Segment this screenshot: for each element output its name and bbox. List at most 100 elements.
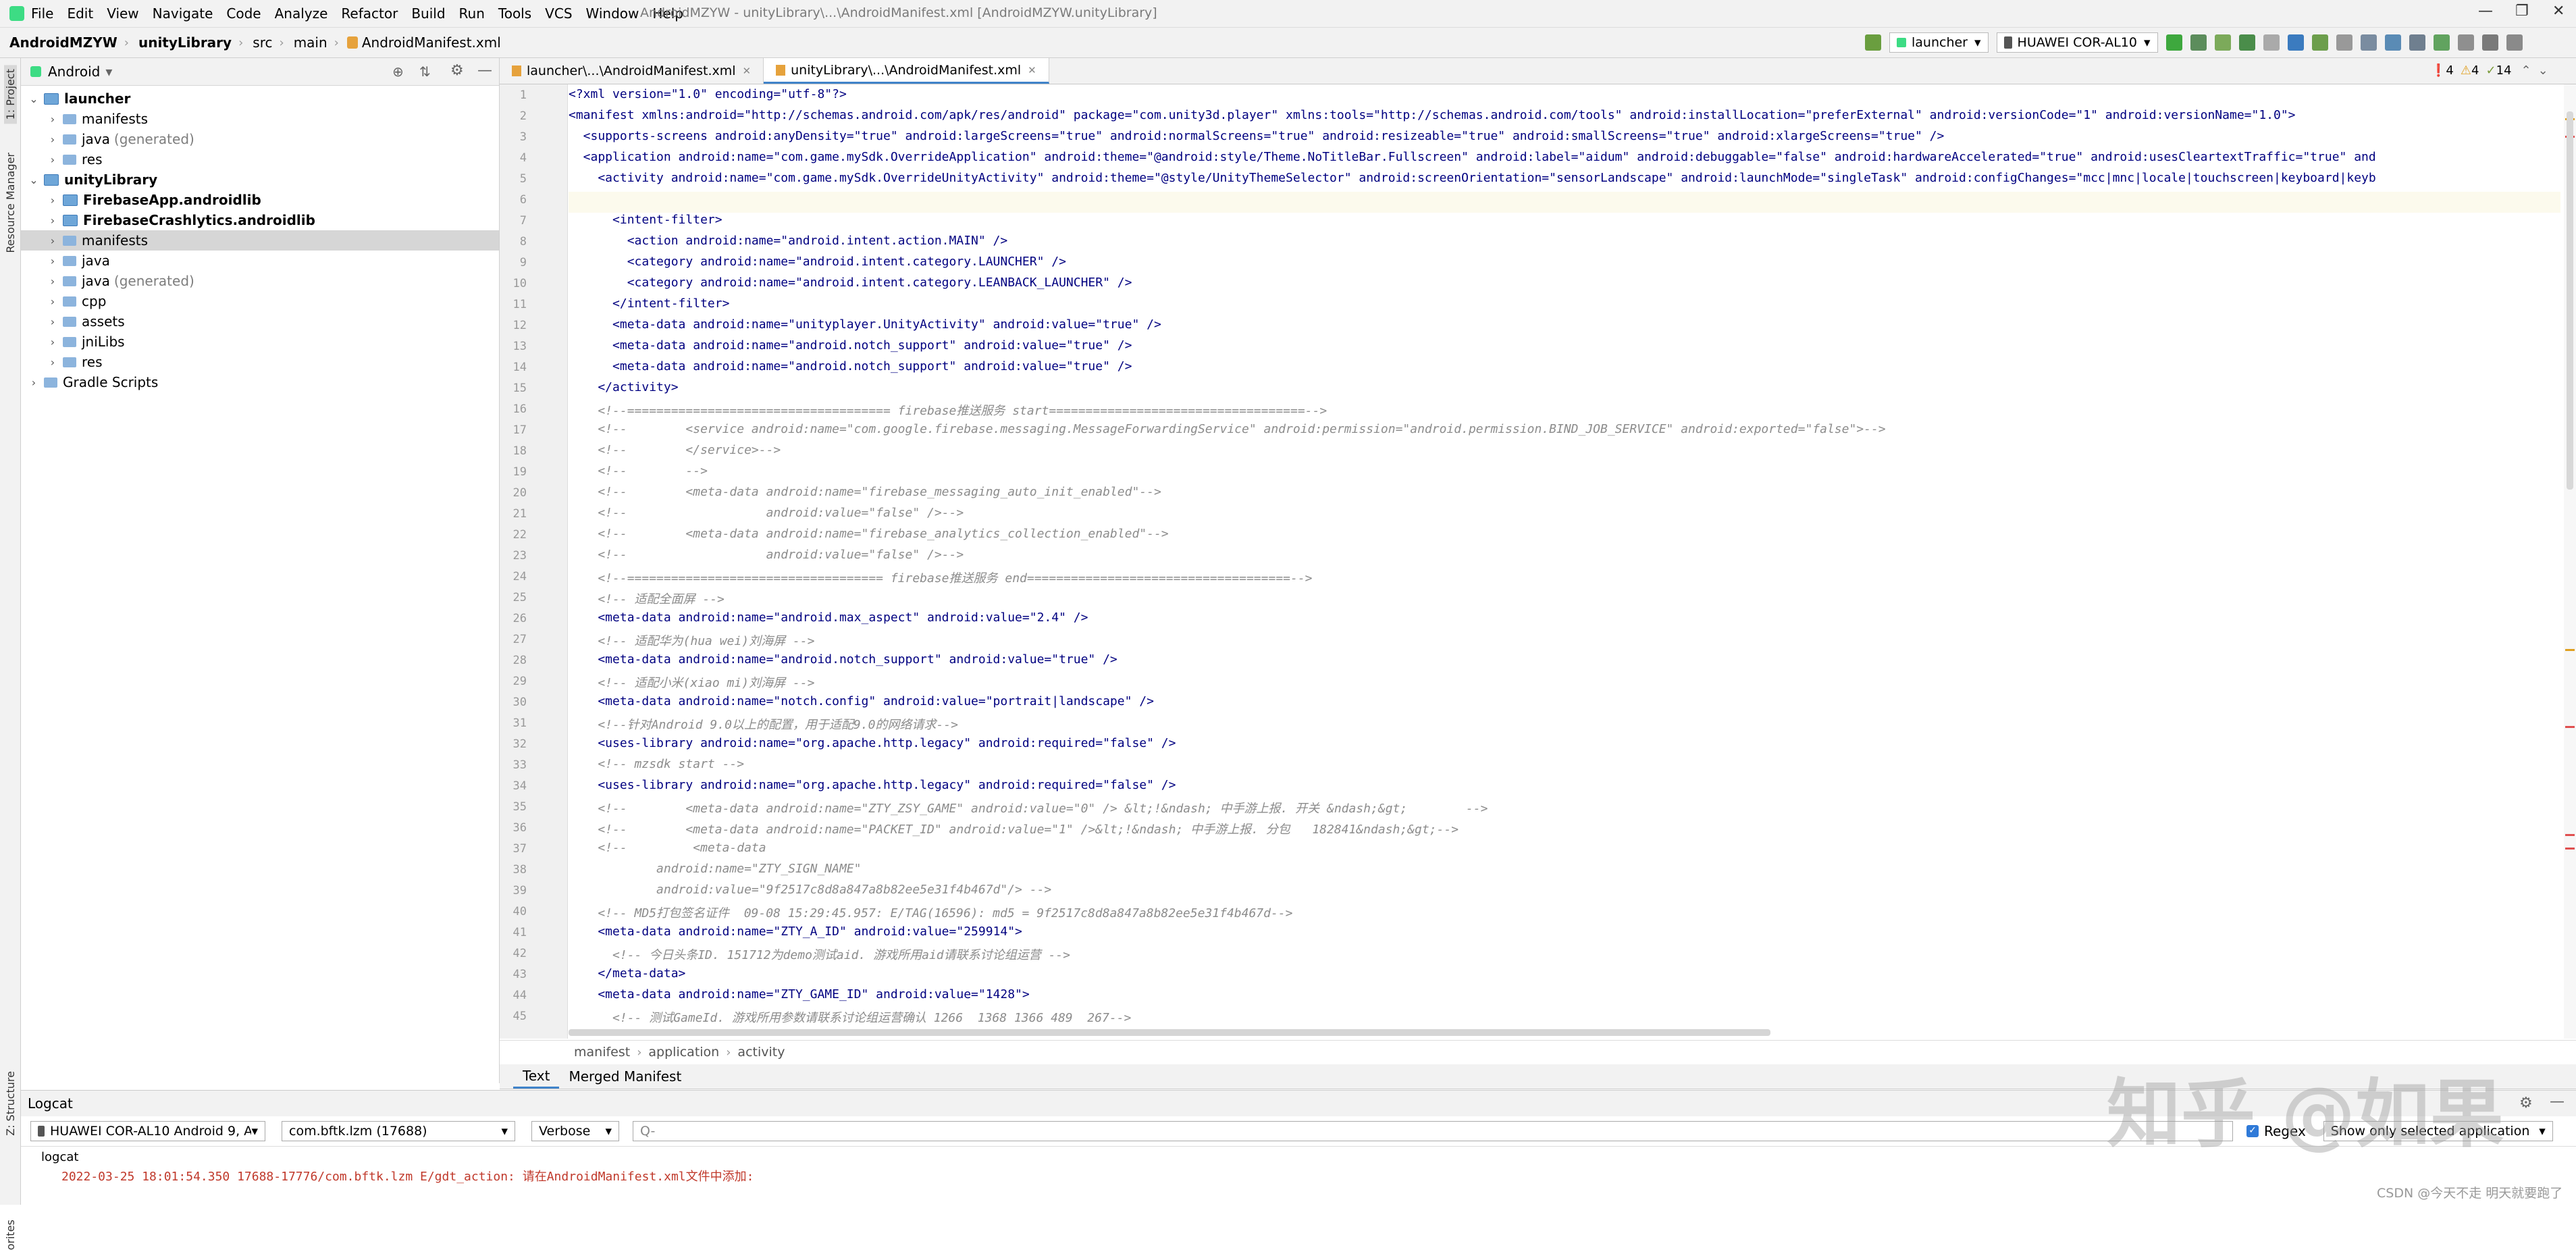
sdk-manager-icon[interactable] bbox=[2433, 34, 2450, 51]
logcat-tab[interactable]: logcat bbox=[41, 1150, 78, 1164]
chevron-right-icon[interactable]: › bbox=[47, 255, 59, 267]
logcat-level-select[interactable]: Verbose ▾ bbox=[531, 1121, 619, 1141]
search-icon[interactable] bbox=[2506, 34, 2523, 51]
logcat-device-select[interactable]: HUAWEI COR-AL10 Android 9, A ▾ bbox=[30, 1121, 265, 1141]
close-icon[interactable]: ✕ bbox=[743, 65, 752, 77]
maximize-button[interactable]: ❐ bbox=[2515, 3, 2529, 20]
chevron-right-icon[interactable]: › bbox=[47, 295, 59, 308]
tree-item[interactable]: › FirebaseCrashlytics.androidlib bbox=[21, 210, 499, 230]
crumb-main[interactable]: main bbox=[294, 34, 327, 51]
vertical-scrollbar-thumb[interactable] bbox=[2567, 111, 2573, 490]
chevron-right-icon[interactable]: › bbox=[47, 234, 59, 247]
device-select[interactable]: HUAWEI COR-AL10 ▾ bbox=[1996, 32, 2158, 53]
error-mark[interactable] bbox=[2565, 834, 2575, 836]
project-view-select[interactable]: Android bbox=[48, 63, 100, 80]
coverage-icon[interactable] bbox=[2263, 34, 2280, 51]
error-stripe[interactable] bbox=[2564, 84, 2576, 1039]
collapse-all-icon[interactable]: ⇅ bbox=[419, 63, 431, 80]
chevron-down-icon[interactable]: ▾ bbox=[105, 63, 112, 80]
menu-file[interactable]: File bbox=[31, 5, 53, 22]
tree-item[interactable]: › res bbox=[21, 352, 499, 372]
project-tool-tab[interactable]: 1: Project bbox=[4, 65, 17, 124]
chevron-right-icon[interactable]: › bbox=[47, 275, 59, 288]
tree-item[interactable]: › Gradle Scripts bbox=[21, 372, 499, 392]
menu-code[interactable]: Code bbox=[226, 5, 261, 22]
menu-build[interactable]: Build bbox=[411, 5, 445, 22]
structure-tool-tab[interactable]: Z: Structure bbox=[4, 1071, 17, 1136]
close-icon[interactable]: ✕ bbox=[1028, 64, 1036, 76]
tab-merged-manifest[interactable]: Merged Manifest bbox=[559, 1066, 691, 1087]
chevron-right-icon[interactable]: › bbox=[47, 315, 59, 328]
chevron-down-icon[interactable]: ⌄ bbox=[28, 93, 40, 105]
chevron-right-icon[interactable]: › bbox=[47, 153, 59, 166]
tree-item[interactable]: › FirebaseApp.androidlib bbox=[21, 190, 499, 210]
tree-item[interactable]: › manifests bbox=[21, 109, 499, 129]
sync-icon[interactable] bbox=[2384, 34, 2401, 51]
code-editor[interactable]: <?xml version="1.0" encoding="utf-8"?> <m… bbox=[569, 84, 2564, 1039]
crumb-project[interactable]: AndroidMZYW bbox=[9, 34, 117, 51]
run-config-select[interactable]: launcher ▾ bbox=[1889, 32, 1989, 53]
hammer-icon[interactable] bbox=[1865, 34, 1881, 51]
tree-item[interactable]: › java (generated) bbox=[21, 129, 499, 149]
crumb-src[interactable]: src bbox=[253, 34, 272, 51]
locate-icon[interactable]: ⊕ bbox=[392, 63, 404, 80]
tree-item[interactable]: › java bbox=[21, 251, 499, 271]
logcat-output[interactable]: 2022-03-25 18:01:54.350 17688-17776/com.… bbox=[21, 1167, 2576, 1187]
profile-icon[interactable] bbox=[2287, 34, 2304, 51]
tab-text[interactable]: Text bbox=[513, 1065, 560, 1089]
tab-unitylibrary-manifest[interactable]: unityLibrary\...\AndroidManifest.xml ✕ bbox=[764, 58, 1049, 84]
breadcrumb-activity[interactable]: activity bbox=[737, 1045, 785, 1060]
hide-panel-icon[interactable]: — bbox=[477, 62, 492, 79]
error-mark[interactable] bbox=[2565, 726, 2575, 728]
warning-mark[interactable] bbox=[2565, 649, 2575, 651]
project-structure-icon[interactable] bbox=[2360, 34, 2377, 51]
chevron-right-icon[interactable]: › bbox=[47, 336, 59, 348]
close-button[interactable]: ✕ bbox=[2552, 3, 2565, 20]
chevron-right-icon[interactable]: › bbox=[47, 133, 59, 146]
menu-navigate[interactable]: Navigate bbox=[153, 5, 213, 22]
minimize-button[interactable]: — bbox=[2478, 3, 2493, 20]
tree-item[interactable]: › manifests bbox=[21, 230, 499, 251]
menu-edit[interactable]: Edit bbox=[67, 5, 93, 22]
crumb-file[interactable]: AndroidManifest.xml bbox=[362, 34, 501, 51]
hide-panel-icon[interactable]: — bbox=[2550, 1093, 2565, 1110]
gear-icon[interactable]: ⚙ bbox=[450, 62, 464, 79]
tree-item[interactable]: › cpp bbox=[21, 291, 499, 311]
error-mark[interactable] bbox=[2565, 848, 2575, 850]
attach-debugger-icon[interactable] bbox=[2311, 34, 2328, 51]
chevron-down-icon[interactable]: ⌄ bbox=[28, 174, 40, 186]
apply-code-changes-icon[interactable] bbox=[2214, 34, 2231, 51]
avd-manager-icon[interactable] bbox=[2409, 34, 2425, 51]
tab-launcher-manifest[interactable]: launcher\...\AndroidManifest.xml ✕ bbox=[500, 58, 764, 84]
menu-analyze[interactable]: Analyze bbox=[275, 5, 328, 22]
resource-manager-tool-tab[interactable]: Resource Manager bbox=[4, 153, 17, 253]
stop-icon[interactable] bbox=[2336, 34, 2352, 51]
menu-vcs[interactable]: VCS bbox=[545, 5, 572, 22]
debug-icon[interactable] bbox=[2238, 34, 2255, 51]
tree-item[interactable]: › res bbox=[21, 149, 499, 170]
chevron-right-icon[interactable]: › bbox=[47, 113, 59, 126]
menu-tools[interactable]: Tools bbox=[498, 5, 531, 22]
device-manager-icon[interactable] bbox=[2481, 34, 2498, 51]
run-icon[interactable] bbox=[2165, 34, 2182, 51]
horizontal-scrollbar-thumb[interactable] bbox=[569, 1029, 1770, 1036]
inspection-summary[interactable]: ❗ 4 ⚠ 4 ✓ 14 ⌃ ⌄ bbox=[2431, 63, 2548, 78]
tree-item[interactable]: › java (generated) bbox=[21, 271, 499, 291]
logcat-search-input[interactable]: Q- bbox=[633, 1121, 2233, 1141]
favorites-tool-tab[interactable]: orites bbox=[4, 1220, 17, 1250]
tree-item[interactable]: › assets bbox=[21, 311, 499, 332]
chevron-right-icon[interactable]: › bbox=[47, 194, 59, 207]
tree-item[interactable]: ⌄ launcher bbox=[21, 88, 499, 109]
chevron-right-icon[interactable]: › bbox=[28, 376, 40, 389]
chevron-up-icon[interactable]: ⌃ bbox=[2521, 63, 2531, 78]
chevron-right-icon[interactable]: › bbox=[47, 214, 59, 227]
breadcrumb-application[interactable]: application bbox=[648, 1045, 719, 1060]
menu-refactor[interactable]: Refactor bbox=[341, 5, 398, 22]
layout-inspector-icon[interactable] bbox=[2457, 34, 2474, 51]
chevron-right-icon[interactable]: › bbox=[47, 356, 59, 369]
menu-run[interactable]: Run bbox=[459, 5, 485, 22]
apply-changes-icon[interactable] bbox=[2190, 34, 2207, 51]
menu-view[interactable]: View bbox=[107, 5, 138, 22]
breadcrumb-manifest[interactable]: manifest bbox=[574, 1045, 630, 1060]
crumb-module[interactable]: unityLibrary bbox=[138, 34, 232, 51]
